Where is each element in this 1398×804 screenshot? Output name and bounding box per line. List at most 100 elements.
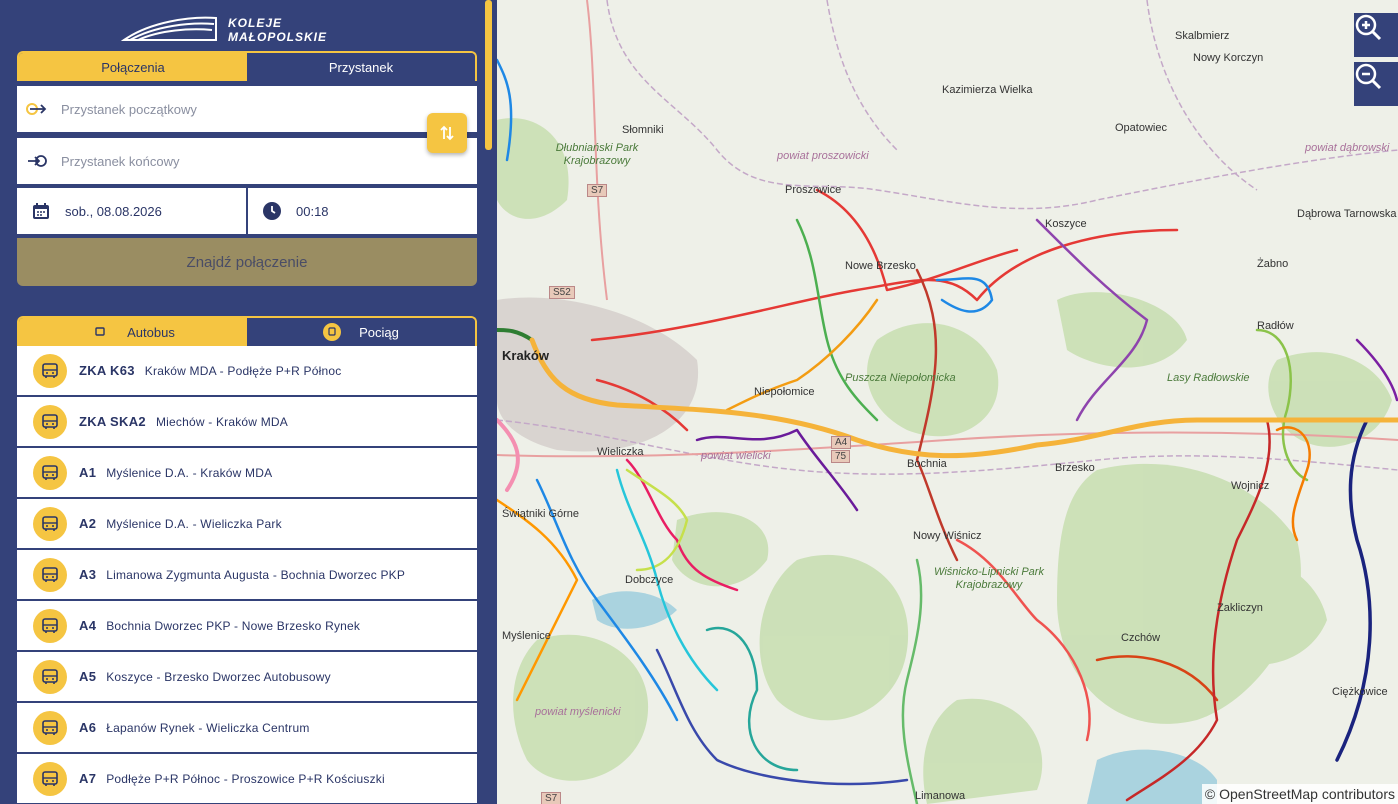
place-label: Proszowice	[785, 184, 842, 196]
road-shield: 75	[831, 450, 851, 463]
route-code: A4	[79, 618, 97, 633]
map-canvas[interactable]	[497, 0, 1398, 804]
bus-icon	[33, 353, 67, 388]
place-label: Żabno	[1257, 258, 1289, 270]
krakow-urban-area	[497, 297, 699, 452]
bus-icon	[33, 557, 67, 592]
tab-connections[interactable]: Połączenia	[19, 53, 247, 81]
sidebar: KOLEJE MAŁOPOLSKIE Połączenia Przystanek…	[0, 0, 497, 804]
place-label: Nowy Wiśnicz	[913, 530, 982, 542]
route-code: ZKA K63	[79, 363, 135, 378]
end-arrow-icon	[17, 153, 57, 169]
tab-bus[interactable]: Autobus	[19, 318, 247, 346]
zoom-out-icon	[1355, 63, 1382, 90]
map[interactable]: Skalbmierz Nowy Korczyn Kazimierza Wielka S…	[497, 0, 1398, 804]
route-item[interactable]: A3 Limanowa Zygmunta Augusta - Bochnia Dw…	[17, 550, 477, 599]
place-label: Świątniki Górne	[502, 508, 580, 520]
scrollbar-thumb[interactable]	[485, 0, 492, 150]
train-logo-icon	[120, 16, 217, 41]
find-connection-button[interactable]: Znajdź połączenie	[17, 238, 477, 286]
tab-bus-label: Autobus	[127, 324, 175, 340]
route-item[interactable]: A2 Myślenice D.A. - Wieliczka Park	[17, 499, 477, 548]
brand-line2: MAŁOPOLSKIE	[228, 30, 328, 44]
route-code: A2	[79, 516, 97, 531]
from-stop-input[interactable]: Przystanek początkowy	[61, 102, 197, 117]
route-item[interactable]: A4 Bochnia Dworzec PKP - Nowe Brzesko Ryn…	[17, 601, 477, 650]
route-item[interactable]: ZKA SKA2 Miechów - Kraków MDA	[17, 397, 477, 446]
route-name: Myślenice D.A. - Wieliczka Park	[106, 516, 282, 531]
place-label: Wiśnicko-Lipnicki Park Krajobrazowy	[934, 566, 1044, 591]
bus-icon	[33, 659, 67, 694]
route-code: ZKA SKA2	[79, 414, 146, 429]
place-label: Dłubniański Park Krajobrazowy	[555, 142, 639, 167]
to-stop-field[interactable]: Przystanek końcowy	[17, 138, 477, 184]
road-shield: S7	[541, 792, 562, 804]
search-tabs: Połączenia Przystanek	[17, 51, 477, 81]
bus-icon	[33, 608, 67, 643]
czchow-lake	[1087, 749, 1217, 804]
route-code: A5	[79, 669, 97, 684]
time-picker[interactable]: 00:18	[248, 188, 477, 234]
route-name: Miechów - Kraków MDA	[155, 414, 288, 429]
place-label: Nowy Korczyn	[1193, 52, 1264, 64]
place-label: Bochnia	[907, 458, 947, 470]
route-list: ZKA K63 Kraków MDA - Podłęże P+R Północ ZK…	[17, 346, 477, 804]
place-label: Wojnicz	[1231, 480, 1270, 492]
bus-icon	[91, 323, 109, 341]
zoom-out-button[interactable]	[1354, 62, 1398, 106]
road-shield: S7	[587, 184, 608, 197]
route-item[interactable]: A6 Łapanów Rynek - Wieliczka Centrum	[17, 703, 477, 752]
brand-line1: KOLEJE	[228, 16, 283, 30]
zoom-in-button[interactable]	[1354, 13, 1398, 57]
bus-icon	[33, 710, 67, 745]
brand-logo[interactable]: KOLEJE MAŁOPOLSKIE	[120, 12, 340, 48]
place-label: Limanowa	[915, 790, 966, 802]
clock-icon	[248, 201, 296, 221]
place-label: powiat myślenicki	[535, 706, 621, 718]
train-icon	[323, 323, 342, 341]
from-stop-field[interactable]: Przystanek początkowy	[17, 86, 477, 132]
place-label: powiat wielicki	[701, 450, 771, 462]
bus-icon	[33, 761, 67, 796]
date-picker[interactable]: sob., 08.08.2026	[17, 188, 246, 234]
route-name: Łapanów Rynek - Wieliczka Centrum	[106, 720, 310, 735]
route-name: Bochnia Dworzec PKP - Nowe Brzesko Rynek	[106, 618, 361, 633]
place-label: Kraków	[502, 348, 549, 363]
calendar-icon	[17, 201, 65, 221]
route-item[interactable]: A5 Koszyce - Brzesko Dworzec Autobusowy	[17, 652, 477, 701]
map-attribution[interactable]: © OpenStreetMap contributors	[1201, 784, 1398, 804]
place-label: Skalbmierz	[1175, 30, 1230, 42]
place-label: powiat proszowicki	[777, 150, 869, 162]
route-name: Kraków MDA - Podłęże P+R Północ	[144, 363, 342, 378]
tab-stop[interactable]: Przystanek	[247, 53, 475, 81]
place-label: Niepołomice	[754, 386, 815, 398]
route-name: Limanowa Zygmunta Augusta - Bochnia Dwor…	[106, 567, 406, 582]
bus-icon	[33, 455, 67, 490]
place-label: Wieliczka	[597, 446, 644, 458]
route-name: Podłęże P+R Północ - Proszowice P+R Kośc…	[106, 771, 385, 786]
place-label: Słomniki	[622, 124, 664, 136]
place-label: Puszcza Niepołomicka	[845, 372, 956, 384]
route-code: A6	[79, 720, 97, 735]
place-label: powiat dąbrowski	[1305, 142, 1390, 154]
tab-train[interactable]: Pociąg	[247, 318, 475, 346]
to-stop-input[interactable]: Przystanek końcowy	[61, 154, 180, 169]
place-label: Myślenice	[502, 630, 551, 642]
swap-stops-button[interactable]	[427, 113, 467, 153]
route-code: A3	[79, 567, 97, 582]
place-label: Radłów	[1257, 320, 1294, 332]
place-label: Ciężkowice	[1332, 686, 1388, 698]
route-name: Koszyce - Brzesko Dworzec Autobusowy	[106, 669, 331, 684]
place-label: Czchów	[1121, 632, 1161, 644]
date-value: sob., 08.08.2026	[65, 203, 162, 219]
road-shield: A4	[831, 436, 852, 449]
bus-icon	[33, 506, 67, 541]
place-label: Dobczyce	[625, 574, 674, 586]
route-item[interactable]: ZKA K63 Kraków MDA - Podłęże P+R Północ	[17, 346, 477, 395]
tab-train-label: Pociąg	[359, 324, 399, 340]
route-item[interactable]: A7 Podłęże P+R Północ - Proszowice P+R Ko…	[17, 754, 477, 803]
route-item[interactable]: A1 Myślenice D.A. - Kraków MDA	[17, 448, 477, 497]
place-label: Brzesko	[1055, 462, 1095, 474]
bus-icon	[33, 404, 67, 439]
place-label: Dąbrowa Tarnowska	[1297, 208, 1397, 220]
